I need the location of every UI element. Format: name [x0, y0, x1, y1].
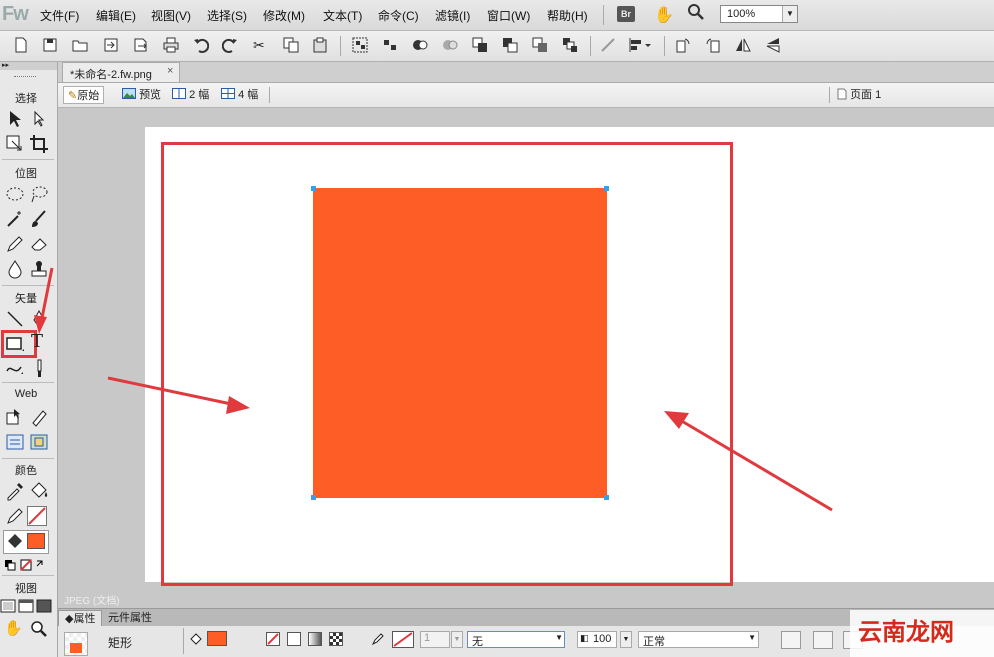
arrow-to-canvas-left: [107, 376, 237, 407]
arrow-head-icon: [34, 315, 47, 334]
object-thumbnail-fill: [70, 643, 82, 653]
stroke-pencil-icon: [371, 633, 384, 646]
fill-solid-button[interactable]: [287, 632, 301, 646]
chevron-down-icon: ▼: [748, 633, 756, 642]
tab-symbol-properties[interactable]: 元件属性: [102, 610, 158, 626]
arrow-head-icon: [664, 411, 689, 429]
filter-add-button[interactable]: [781, 631, 801, 649]
fill-color-swatch[interactable]: [207, 631, 227, 646]
arrow-to-rect-tool: [40, 267, 54, 319]
object-type-label: 矩形: [108, 636, 133, 650]
opacity-icon: ◧: [580, 633, 589, 643]
blend-mode-select[interactable]: 正常 ▼: [638, 631, 759, 648]
object-thumbnail: [64, 632, 88, 656]
annotation-arrows: [34, 267, 833, 512]
texture-value: 无: [472, 636, 483, 648]
tab-properties-label: 属性: [73, 613, 96, 625]
tab-properties[interactable]: ◆属性: [58, 610, 103, 627]
chevron-down-icon: ▼: [555, 633, 563, 642]
blend-mode-value: 正常: [643, 636, 665, 648]
opacity-field[interactable]: ◧ 100: [577, 631, 617, 648]
stroke-width-field[interactable]: 1: [420, 631, 450, 648]
props-divider: [183, 628, 184, 654]
arrow-head-icon: [226, 396, 250, 414]
stroke-color-swatch[interactable]: [392, 631, 414, 648]
opacity-value: 100: [593, 633, 612, 645]
chevron-down-icon[interactable]: ▼: [451, 631, 463, 648]
fill-none-button[interactable]: [266, 632, 280, 646]
filter-copy-button[interactable]: [813, 631, 833, 649]
fill-pattern-button[interactable]: [329, 632, 343, 646]
chevron-down-icon[interactable]: ▼: [620, 631, 632, 648]
fill-gradient-button[interactable]: [308, 632, 322, 646]
fill-bucket-icon: [190, 633, 202, 645]
arrow-to-canvas-right: [679, 418, 833, 512]
site-watermark: 云南龙网: [858, 618, 954, 646]
texture-select[interactable]: 无 ▼: [467, 631, 565, 648]
